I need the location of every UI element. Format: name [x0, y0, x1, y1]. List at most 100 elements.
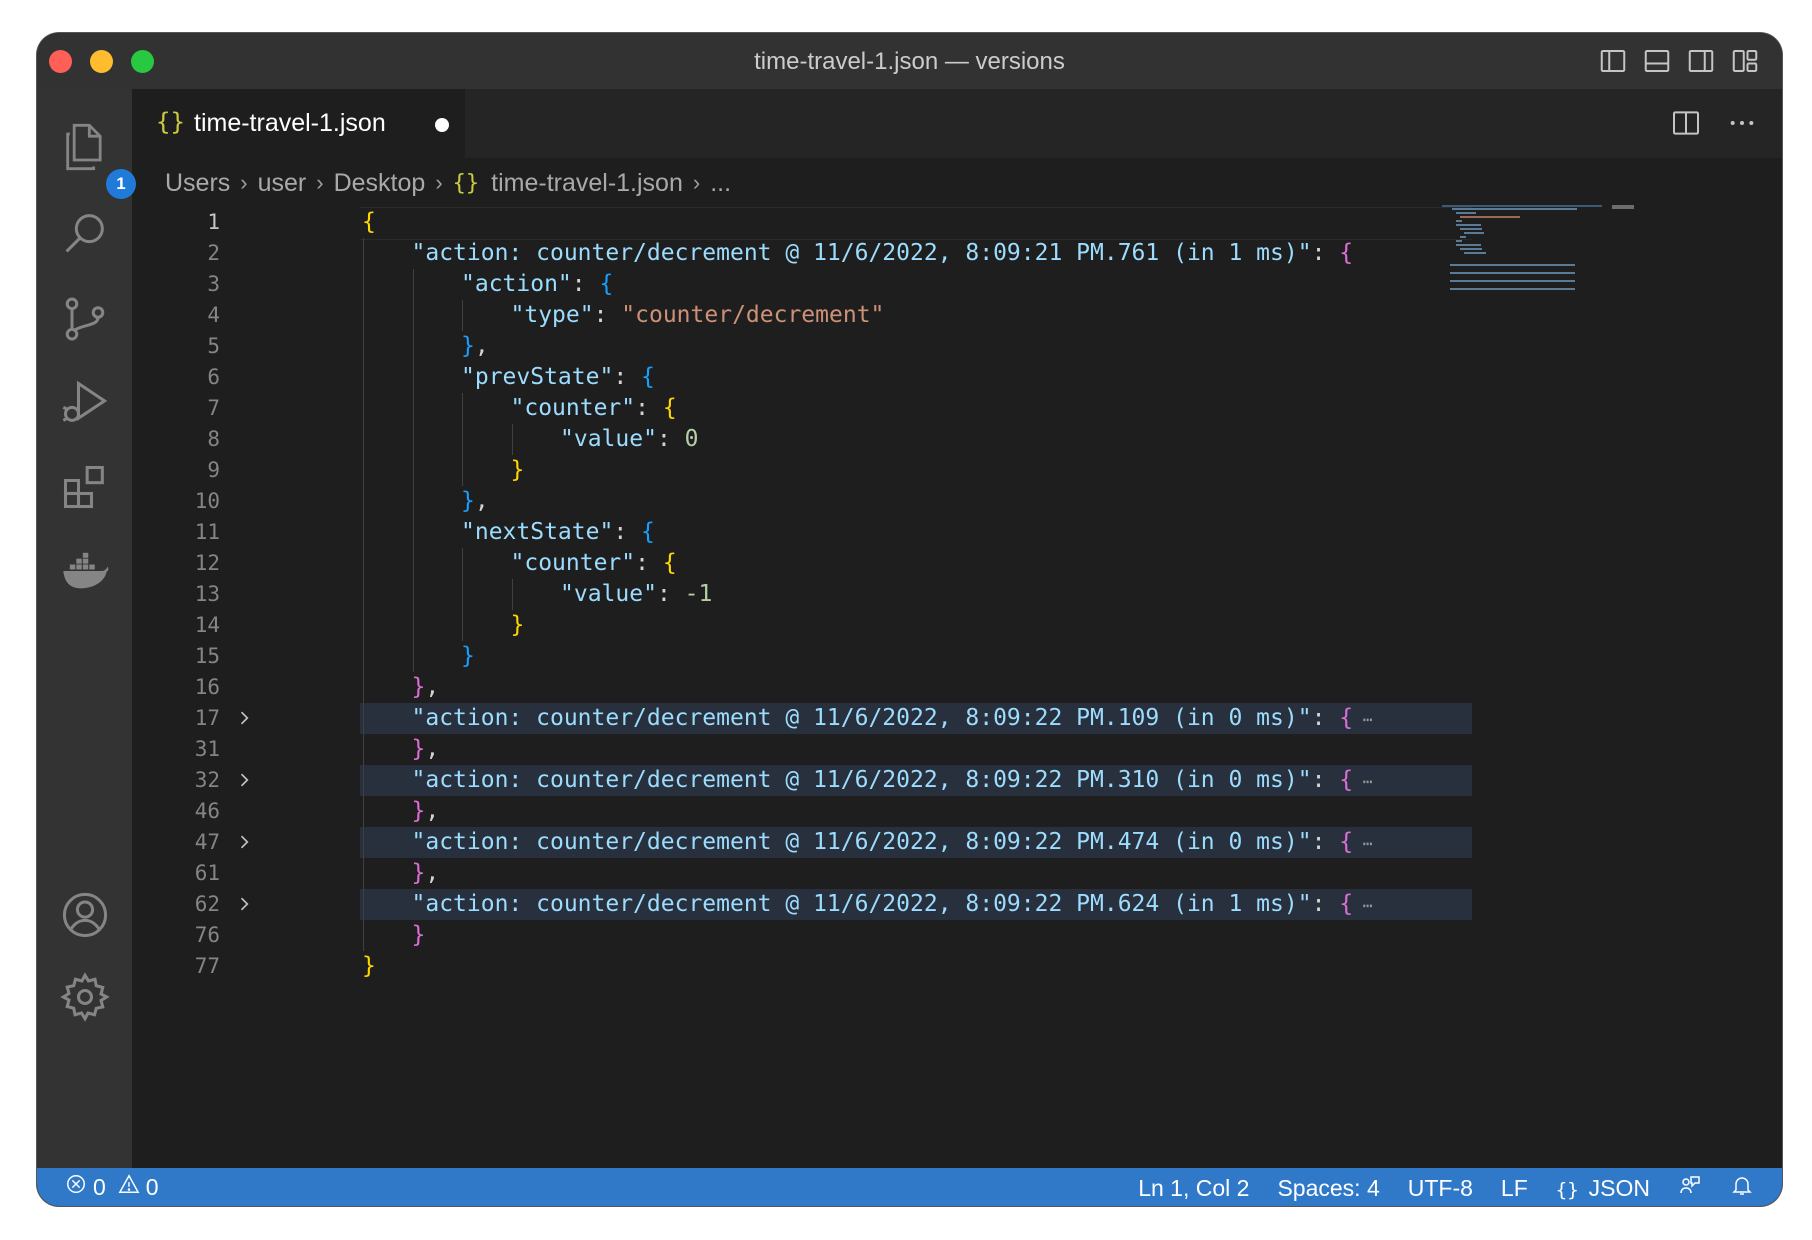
folded-ellipsis[interactable]: ⋯	[1353, 772, 1373, 791]
code-line[interactable]: 17 "action: counter/decrement @ 11/6/2022…	[132, 703, 1782, 734]
line-number: 12	[194, 551, 220, 575]
breadcrumb-item-users[interactable]: Users	[165, 169, 230, 198]
code-line[interactable]: 76}	[132, 920, 1782, 951]
line-number: 3	[207, 272, 220, 296]
code-text: }	[362, 953, 376, 979]
customize-layout-icon[interactable]	[1730, 46, 1760, 81]
code-line[interactable]: 47 "action: counter/decrement @ 11/6/2022…	[132, 827, 1782, 858]
indentation[interactable]: Spaces: 4	[1277, 1175, 1379, 1202]
code-line[interactable]: 8 "value": 0	[132, 424, 1782, 455]
extensions-icon[interactable]	[59, 461, 111, 513]
code-line[interactable]: 6 "prevState": {	[132, 362, 1782, 393]
code-line[interactable]: 5},	[132, 331, 1782, 362]
line-number: 32	[194, 768, 220, 792]
folded-ellipsis[interactable]: ⋯	[1353, 896, 1373, 915]
chevron-right-icon: ›	[316, 170, 324, 195]
end-of-line[interactable]: LF	[1501, 1175, 1528, 1202]
fold-chevron-right-icon[interactable]	[234, 832, 254, 857]
indent-guide	[363, 517, 364, 548]
source-control-icon[interactable]	[59, 293, 111, 345]
indent-guide	[412, 486, 414, 517]
breadcrumb-item-symbols[interactable]: ...	[710, 169, 731, 198]
indent-guide	[412, 300, 414, 331]
code-text: }	[461, 643, 475, 669]
indent-guide	[412, 641, 414, 672]
activity-bar: 1	[37, 89, 136, 1169]
line-number: 6	[207, 365, 220, 389]
indent-guide	[363, 393, 364, 424]
language-mode[interactable]: {} JSON	[1556, 1175, 1650, 1202]
code-line[interactable]: 13 "value": -1	[132, 579, 1782, 610]
code-line[interactable]: 3 "action": {	[132, 269, 1782, 300]
run-debug-icon[interactable]	[59, 377, 111, 429]
code-line[interactable]: 15}	[132, 641, 1782, 672]
code-line[interactable]: 7 "counter": {	[132, 393, 1782, 424]
breadcrumb-item-user[interactable]: user	[258, 169, 307, 198]
fold-chevron-right-icon[interactable]	[234, 894, 254, 919]
fold-chevron-right-icon[interactable]	[234, 708, 254, 733]
code-line[interactable]: 2 "action: counter/decrement @ 11/6/2022,…	[132, 238, 1782, 269]
code-line[interactable]: 77}	[132, 951, 1782, 982]
line-number: 11	[194, 520, 220, 544]
docker-icon[interactable]	[59, 545, 111, 597]
code-text: "action: counter/decrement @ 11/6/2022, …	[411, 829, 1373, 855]
status-bar: 0 0 Ln 1, Col 2 Spaces: 4 UTF-8 LF {} JSO…	[37, 1168, 1782, 1206]
line-number: 7	[207, 396, 220, 420]
code-line[interactable]: 31},	[132, 734, 1782, 765]
code-line[interactable]: 10},	[132, 486, 1782, 517]
toggle-primary-sidebar-icon[interactable]	[1598, 46, 1628, 81]
explorer-icon[interactable]: 1	[59, 121, 136, 199]
tab-time-travel-json[interactable]: {} time-travel-1.json	[132, 89, 465, 158]
code-line[interactable]: 9}	[132, 455, 1782, 486]
code-editor[interactable]: 1{2 "action: counter/decrement @ 11/6/202…	[132, 205, 1782, 1039]
code-line[interactable]: 11 "nextState": {	[132, 517, 1782, 548]
encoding[interactable]: UTF-8	[1408, 1175, 1473, 1202]
code-line[interactable]: 1{	[132, 207, 1782, 240]
breadcrumb-item-desktop[interactable]: Desktop	[334, 169, 426, 198]
toggle-secondary-sidebar-icon[interactable]	[1686, 46, 1716, 81]
code-line[interactable]: 14}	[132, 610, 1782, 641]
code-text: "counter": {	[510, 395, 677, 421]
code-line[interactable]: 16},	[132, 672, 1782, 703]
more-actions-icon[interactable]	[1726, 107, 1758, 144]
indent-guide	[412, 610, 414, 641]
indent-guide	[363, 889, 364, 920]
indent-guide	[363, 486, 364, 517]
indent-guide	[363, 548, 364, 579]
indent-guide	[363, 672, 364, 703]
code-line[interactable]: 32 "action: counter/decrement @ 11/6/2022…	[132, 765, 1782, 796]
code-line[interactable]: 46},	[132, 796, 1782, 827]
indent-guide	[412, 362, 414, 393]
code-text: },	[411, 674, 440, 700]
toggle-panel-icon[interactable]	[1642, 46, 1672, 81]
code-text: "value": -1	[560, 581, 713, 607]
unsaved-dot-icon[interactable]	[435, 118, 449, 132]
code-line[interactable]: 62 "action: counter/decrement @ 11/6/2022…	[132, 889, 1782, 920]
fold-chevron-right-icon[interactable]	[234, 770, 254, 795]
code-text: "action: counter/decrement @ 11/6/2022, …	[411, 705, 1373, 731]
folded-ellipsis[interactable]: ⋯	[1353, 834, 1373, 853]
account-icon[interactable]	[59, 889, 111, 941]
code-line[interactable]: 4 "type": "counter/decrement"	[132, 300, 1782, 331]
cursor-position[interactable]: Ln 1, Col 2	[1138, 1175, 1249, 1202]
line-number: 15	[194, 644, 220, 668]
code-line[interactable]: 61},	[132, 858, 1782, 889]
problems-indicator[interactable]: 0 0	[65, 1173, 159, 1201]
code-text: },	[411, 798, 440, 824]
code-text: }	[411, 922, 426, 948]
split-editor-icon[interactable]	[1670, 107, 1702, 144]
window-title: time-travel-1.json — versions	[754, 48, 1065, 75]
settings-gear-icon[interactable]	[59, 971, 111, 1023]
code-line[interactable]: 12 "counter": {	[132, 548, 1782, 579]
code-text: "nextState": {	[461, 519, 655, 545]
breadcrumb-item-file[interactable]: time-travel-1.json	[491, 169, 683, 198]
indent-guide	[511, 424, 513, 455]
feedback-icon[interactable]	[1678, 1173, 1702, 1203]
indent-guide	[363, 703, 364, 734]
editor-actions	[1670, 107, 1758, 144]
search-icon[interactable]	[59, 207, 111, 259]
indent-guide	[363, 796, 364, 827]
indent-guide	[462, 455, 463, 486]
notifications-bell-icon[interactable]	[1730, 1173, 1754, 1203]
folded-ellipsis[interactable]: ⋯	[1353, 710, 1373, 729]
